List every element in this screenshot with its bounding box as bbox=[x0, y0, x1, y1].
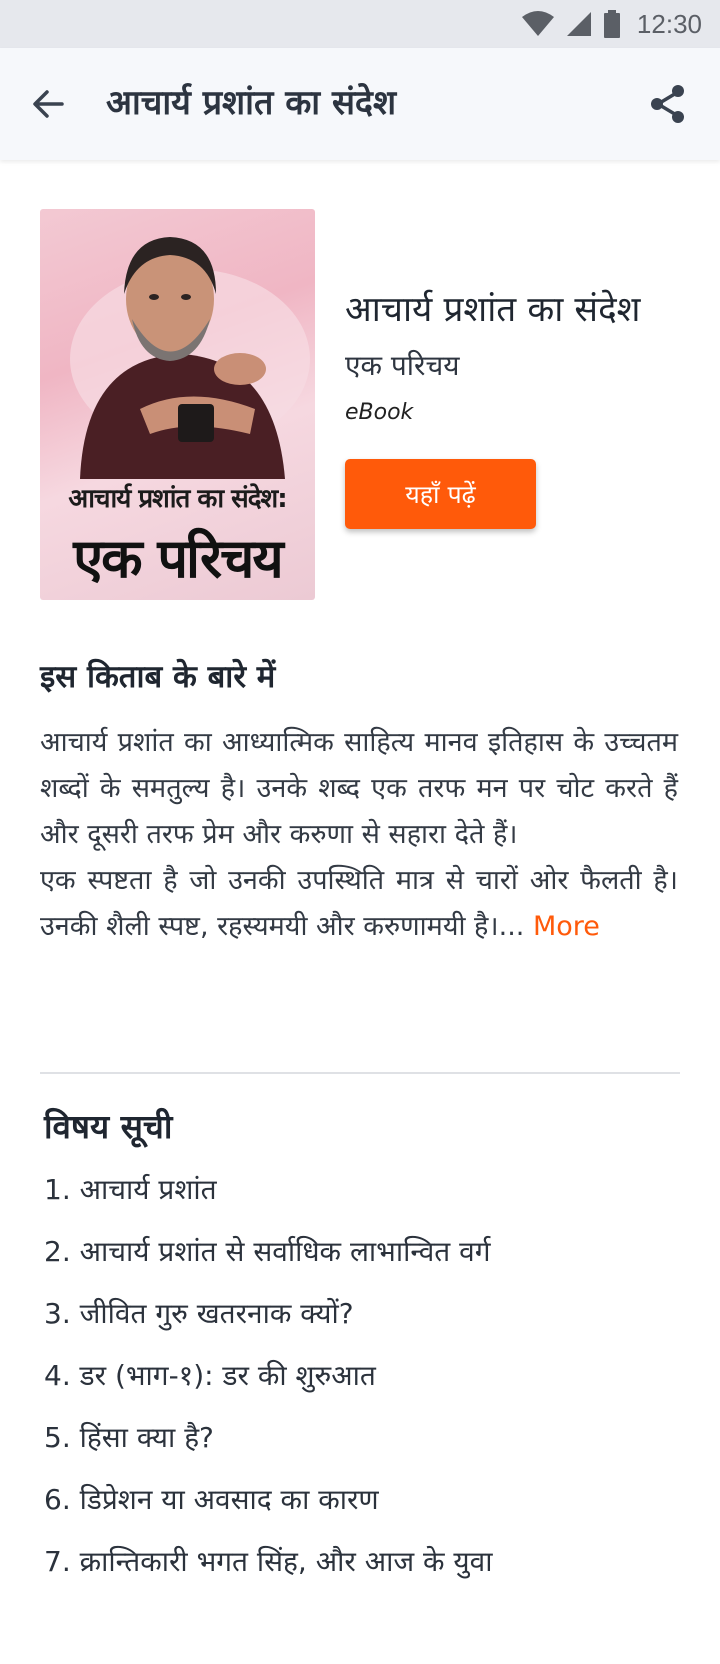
toc-item[interactable]: 4. डर (भाग-१): डर की शुरुआत bbox=[44, 1356, 684, 1418]
about-paragraph-2: एक स्पष्टता है जो उनकी उपस्थिति मात्र से… bbox=[40, 858, 678, 950]
status-time: 12:30 bbox=[636, 8, 702, 39]
book-type: eBook bbox=[345, 400, 414, 425]
toc-item[interactable]: 6. डिप्रेशन या अवसाद का कारण bbox=[44, 1480, 684, 1542]
arrow-left-icon bbox=[28, 90, 68, 128]
battery-icon bbox=[603, 10, 621, 38]
toc-item[interactable]: 3. जीवित गुरु खतरनाक क्यों? bbox=[44, 1294, 684, 1356]
divider bbox=[40, 1072, 680, 1074]
toc-heading: विषय सूची bbox=[44, 1107, 173, 1146]
app-bar: आचार्य प्रशांत का संदेश bbox=[0, 48, 720, 160]
status-bar: 12:30 bbox=[0, 0, 720, 48]
app-bar-title: आचार्य प्रशांत का संदेश bbox=[106, 83, 397, 123]
book-subtitle: एक परिचय bbox=[345, 349, 460, 382]
share-icon bbox=[646, 85, 690, 130]
read-here-button[interactable]: यहाँ पढ़ें bbox=[345, 459, 536, 529]
toc-list: 1. आचार्य प्रशांत 2. आचार्य प्रशांत से स… bbox=[44, 1170, 684, 1604]
author-photo bbox=[70, 237, 310, 479]
book-cover[interactable]: आचार्य प्रशांत का संदेश: एक परिचय bbox=[40, 209, 315, 600]
toc-item[interactable]: 7. क्रान्तिकारी भगत सिंह, और आज के युवा bbox=[44, 1542, 684, 1604]
about-paragraph-1: आचार्य प्रशांत का आध्यात्मिक साहित्य मान… bbox=[40, 727, 678, 850]
share-button[interactable] bbox=[646, 82, 690, 126]
toc-item[interactable]: 1. आचार्य प्रशांत bbox=[44, 1170, 684, 1232]
cover-title-main: एक परिचय bbox=[73, 527, 284, 590]
wifi-icon bbox=[521, 11, 555, 37]
toc-item[interactable]: 5. हिंसा क्या है? bbox=[44, 1418, 684, 1480]
back-button[interactable] bbox=[28, 84, 68, 124]
signal-icon bbox=[565, 11, 593, 37]
book-title: आचार्य प्रशांत का संदेश bbox=[345, 290, 641, 330]
about-description: आचार्य प्रशांत का आध्यात्मिक साहित्य मान… bbox=[40, 720, 678, 950]
toc-item[interactable]: 2. आचार्य प्रशांत से सर्वाधिक लाभान्वित … bbox=[44, 1232, 684, 1294]
more-link[interactable]: More bbox=[533, 911, 600, 942]
about-heading: इस किताब के बारे में bbox=[40, 659, 276, 695]
cover-title-top: आचार्य प्रशांत का संदेश: bbox=[68, 484, 287, 514]
